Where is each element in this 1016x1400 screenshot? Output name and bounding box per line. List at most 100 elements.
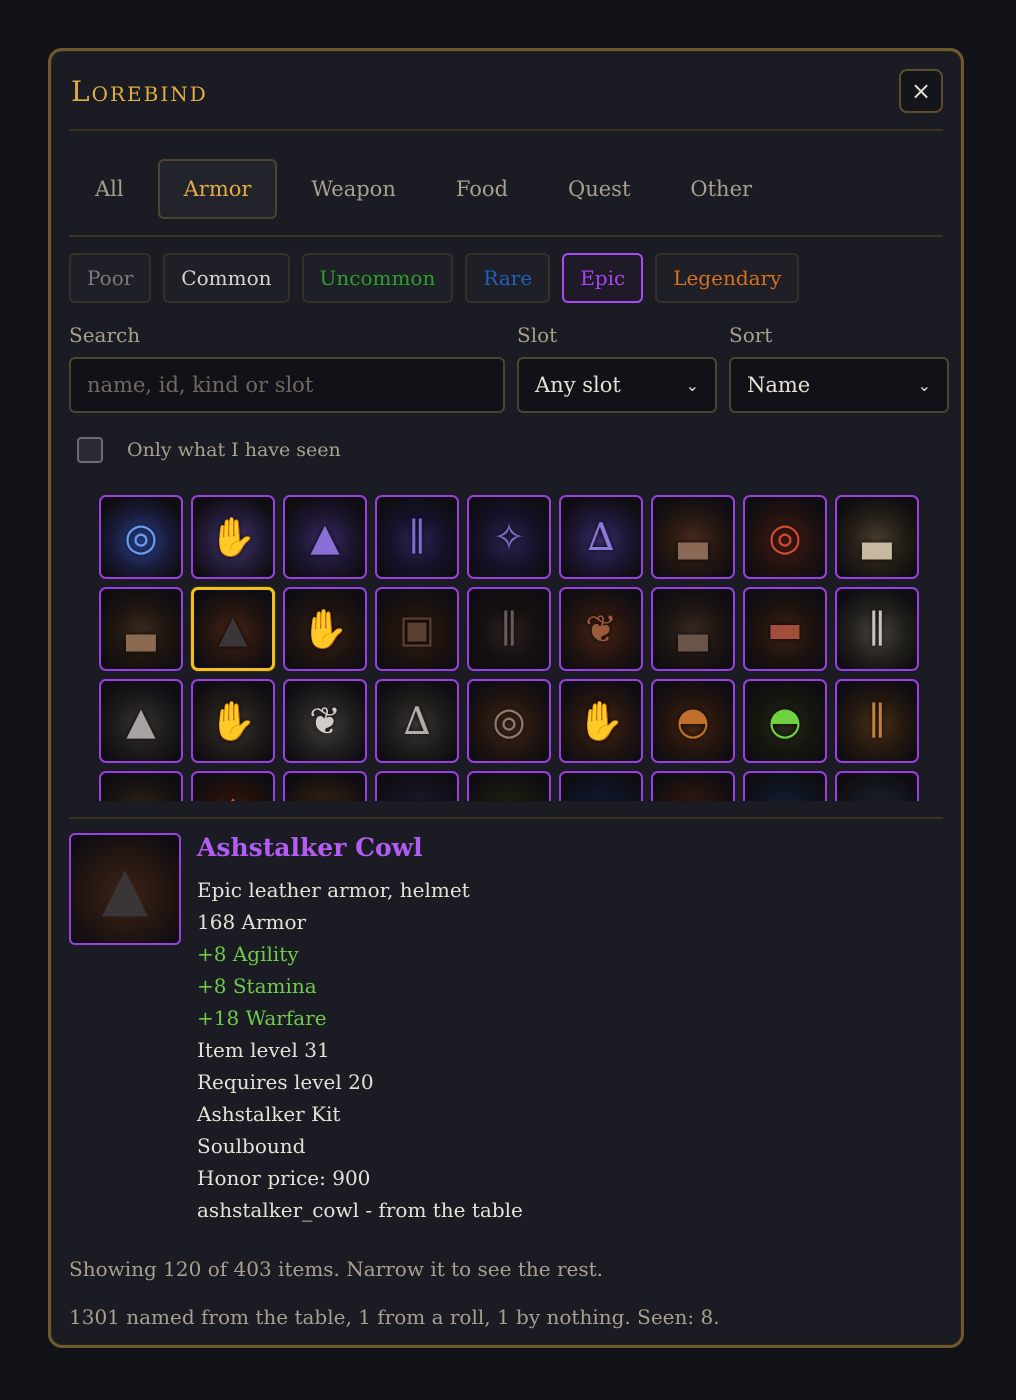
showing-count: Showing 120 of 403 items. Narrow it to s… (69, 1257, 604, 1281)
item-slot[interactable]: ▣ (283, 771, 367, 801)
item-slot[interactable]: ✋ (559, 679, 643, 763)
item-slot[interactable]: ▣ (559, 771, 643, 801)
item-slot[interactable]: ▣ (835, 771, 919, 801)
chest-armor-icon: ▣ (561, 773, 641, 801)
gauntlets-icon: ✋ (301, 606, 349, 651)
detail-stat-line: +8 Agility (197, 942, 299, 966)
item-slot[interactable]: ▃ (835, 495, 919, 579)
detail-item-image: ▲ (69, 833, 181, 945)
item-slot[interactable]: ▲ (191, 587, 275, 671)
hood-icon: ▲ (218, 607, 248, 651)
gem-icon: ♦ (193, 773, 273, 801)
chest-armor-icon: ▣ (285, 773, 365, 801)
item-slot[interactable]: ◓ (651, 679, 735, 763)
search-label: Search (69, 323, 141, 347)
ring-icon: ◎ (768, 515, 802, 559)
item-slot[interactable]: ▬ (743, 587, 827, 671)
item-slot[interactable]: ♦ (191, 771, 275, 801)
close-button[interactable]: × (899, 69, 943, 113)
rarity-filter-rare[interactable]: Rare (465, 253, 551, 303)
item-slot[interactable]: ✋ (191, 495, 275, 579)
item-slot[interactable]: ▃ (651, 587, 735, 671)
detail-stat-line: ashstalker_cowl - from the table (197, 1198, 523, 1222)
category-tabs: All Armor Weapon Food Quest Other (69, 159, 786, 219)
tab-food[interactable]: Food (430, 159, 534, 219)
detail-stat-line: Soulbound (197, 1134, 306, 1158)
belt-icon: ▬ (101, 773, 181, 801)
item-slot[interactable]: ▣ (375, 587, 459, 671)
detail-stat-line: Epic leather armor, helmet (197, 878, 470, 902)
item-slot[interactable]: ✧ (467, 495, 551, 579)
detail-stat-line: Ashstalker Kit (197, 1102, 341, 1126)
leggings-icon: ∥ (500, 607, 518, 651)
hood-icon: ▲ (126, 699, 156, 743)
close-icon: × (910, 77, 932, 105)
tab-weapon[interactable]: Weapon (285, 159, 421, 219)
item-slot[interactable]: ◎ (99, 495, 183, 579)
item-slot[interactable]: ▲ (99, 679, 183, 763)
lorebind-panel: Lorebind × All Armor Weapon Food Quest Other … (48, 48, 964, 1348)
tab-all[interactable]: All (69, 159, 150, 219)
robe-icon: ∆ (403, 699, 431, 743)
item-slot[interactable]: ✋ (283, 587, 367, 671)
item-slot[interactable]: ∥ (835, 587, 919, 671)
boots-icon: ▃ (678, 607, 708, 651)
tab-quest[interactable]: Quest (542, 159, 656, 219)
grid-divider (69, 817, 943, 819)
detail-stat-line: Honor price: 900 (197, 1166, 371, 1190)
item-slot[interactable]: ∆ (375, 679, 459, 763)
item-slot[interactable]: ✋ (191, 679, 275, 763)
detail-stat-line: Requires level 20 (197, 1070, 374, 1094)
seen-checkbox[interactable] (77, 437, 103, 463)
rarity-filter-uncommon[interactable]: Uncommon (301, 253, 454, 303)
rarity-filter-poor[interactable]: Poor (69, 253, 152, 303)
pauldrons-icon: ❦ (309, 699, 341, 743)
hood-icon: ▲ (101, 854, 149, 924)
detail-item-name: Ashstalker Cowl (197, 833, 423, 862)
seen-filter[interactable]: Only what I have seen (77, 437, 341, 463)
search-input[interactable] (87, 373, 487, 397)
item-slot[interactable]: ❦ (283, 679, 367, 763)
robe-icon: ∆ (587, 515, 615, 559)
item-slot[interactable]: ❦ (559, 587, 643, 671)
tabs-divider (69, 235, 943, 237)
item-slot[interactable]: ∆ (559, 495, 643, 579)
item-slot[interactable]: ◎ (467, 679, 551, 763)
item-slot[interactable]: ◎ (743, 495, 827, 579)
chest-armor-icon: ▣ (469, 773, 549, 801)
gauntlets-icon: ✋ (209, 514, 257, 559)
detail-stat-line: +8 Stamina (197, 974, 317, 998)
item-slot[interactable]: ∥ (467, 587, 551, 671)
leggings-icon: ∥ (868, 699, 886, 743)
rarity-filter-legendary[interactable]: Legendary (655, 253, 800, 303)
slot-label: Slot (517, 323, 558, 347)
slot-select[interactable]: Any slot ⌄ (517, 357, 717, 413)
header-divider (69, 129, 943, 131)
item-slot[interactable]: ▃ (99, 587, 183, 671)
item-slot[interactable]: ◓ (743, 679, 827, 763)
sort-select[interactable]: Name ⌄ (729, 357, 949, 413)
pauldrons-icon: ❦ (585, 607, 617, 651)
item-slot[interactable]: ▲ (283, 495, 367, 579)
tab-other[interactable]: Other (664, 159, 778, 219)
item-slot[interactable]: ▣ (467, 771, 551, 801)
item-slot[interactable]: ▃ (651, 495, 735, 579)
detail-stat-line: 168 Armor (197, 910, 307, 934)
search-field[interactable] (69, 357, 505, 413)
sort-label: Sort (729, 323, 773, 347)
item-grid: ◎ ✋ ▲ ∥ ✧ ∆ ▃ ◎ ▃ ▃ ▲ ✋ ▣ ∥ ❦ ▃ ▬ ∥ ▲ ✋ ❦ ∆ ◎ ✋ ◓ ◓ ∥ ▬ ♦ ▣ ▣ ▣ ▣ ▣ ◎ ▣ (99, 495, 923, 801)
item-grid-scroll[interactable]: ◎ ✋ ▲ ∥ ✧ ∆ ▃ ◎ ▃ ▃ ▲ ✋ ▣ ∥ ❦ ▃ ▬ ∥ ▲ ✋ ❦ ∆ ◎ ✋ ◓ ◓ ∥ ▬ ♦ ▣ ▣ ▣ ▣ ▣ ◎ ▣ (99, 495, 923, 801)
boots-icon: ▃ (862, 515, 892, 559)
rarity-filter-common[interactable]: Common (163, 253, 290, 303)
rarity-filter-epic[interactable]: Epic (562, 253, 644, 303)
ring-icon: ◎ (745, 773, 825, 801)
item-slot[interactable]: ▣ (651, 771, 735, 801)
item-slot[interactable]: ◎ (743, 771, 827, 801)
item-slot[interactable]: ▬ (99, 771, 183, 801)
item-slot[interactable]: ∥ (835, 679, 919, 763)
item-slot[interactable]: ∥ (375, 495, 459, 579)
app-title: Lorebind (71, 75, 208, 108)
item-slot[interactable]: ▣ (375, 771, 459, 801)
tab-armor[interactable]: Armor (157, 159, 278, 219)
wings-icon: ✧ (493, 515, 525, 559)
